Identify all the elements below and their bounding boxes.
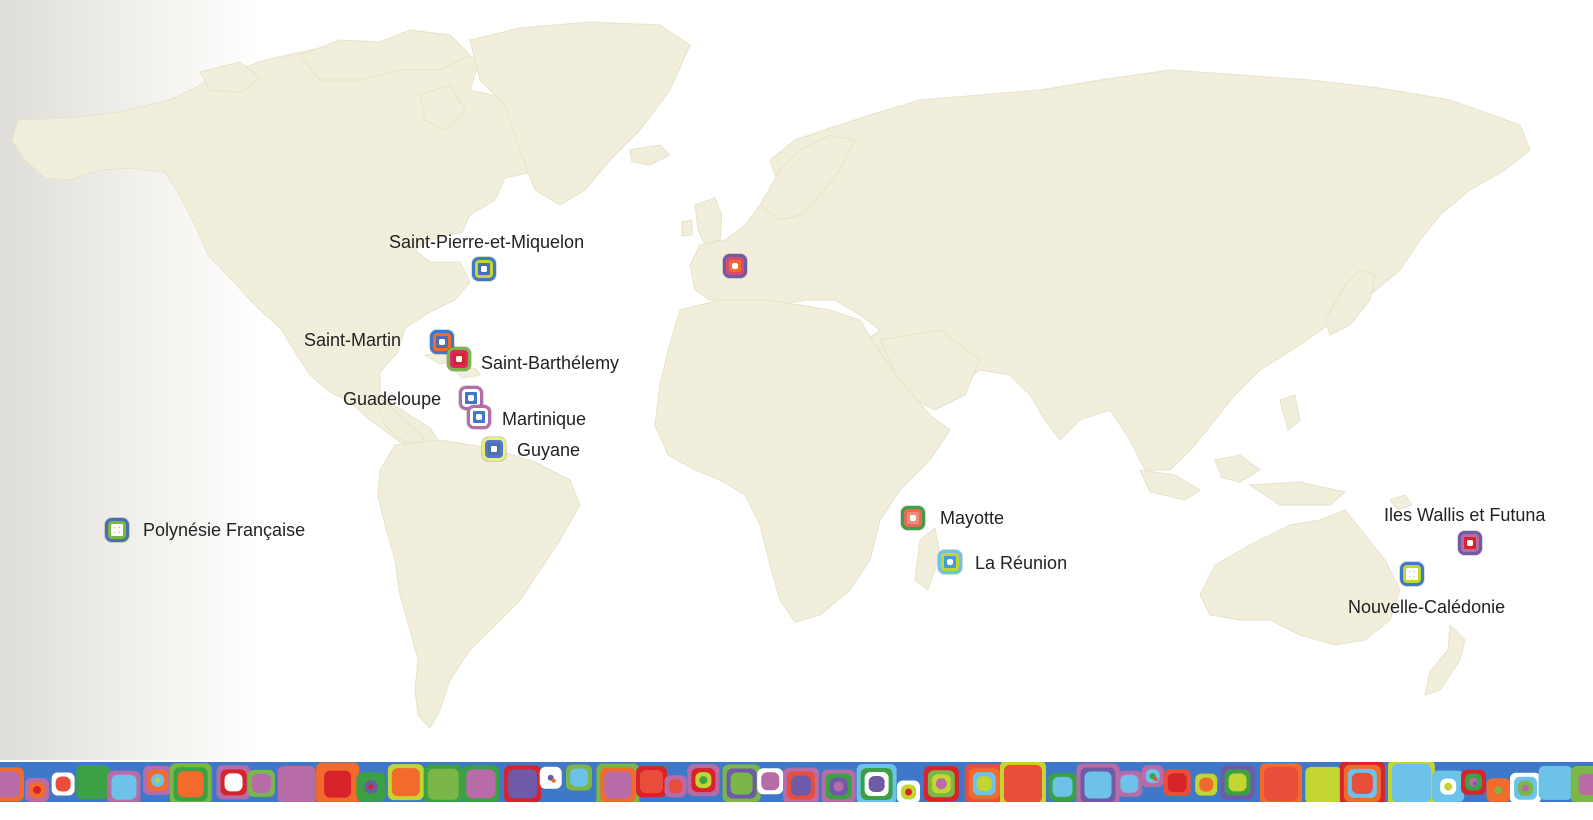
pattern-square	[604, 771, 632, 799]
marker-center-dot	[947, 559, 953, 565]
pattern-square	[1469, 777, 1479, 787]
pattern-square	[699, 776, 708, 785]
label-martinique: Martinique	[502, 409, 587, 429]
label-guyane: Guyane	[517, 440, 581, 460]
label-saint-barthelemy: Saint-Barthélemy	[481, 353, 620, 373]
marker-saint-pierre-et-miquelon[interactable]	[472, 257, 496, 281]
pattern-square	[551, 778, 556, 783]
pattern-square	[427, 768, 459, 800]
marker-center-dot	[468, 395, 474, 401]
marker-center-dot	[910, 515, 916, 521]
pattern-square	[1309, 770, 1339, 800]
marker-polynesie-francaise[interactable]	[105, 518, 129, 542]
pattern-square	[508, 769, 538, 799]
pattern-square	[368, 784, 374, 790]
pattern-square	[1395, 767, 1427, 799]
marker-france-metropole[interactable]	[723, 254, 747, 278]
pattern-square	[1578, 773, 1593, 795]
pattern-square	[1521, 784, 1529, 792]
bottom-band	[0, 802, 1593, 820]
label-guadeloupe: Guadeloupe	[343, 389, 442, 409]
marker-center-dot	[1467, 540, 1473, 546]
marker-iles-wallis-et-futuna[interactable]	[1458, 531, 1482, 555]
marker-la-reunion[interactable]	[938, 550, 962, 574]
pattern-square	[868, 776, 885, 792]
marker-nouvelle-caledonie[interactable]	[1400, 562, 1424, 586]
decorative-pattern-strip	[0, 762, 1593, 802]
label-la-reunion: La Réunion	[975, 553, 1068, 573]
pattern-square	[1228, 773, 1247, 792]
pattern-square	[761, 772, 780, 791]
pattern-square	[0, 771, 20, 798]
pattern-square	[391, 768, 420, 797]
pattern-square	[639, 770, 663, 794]
marker-saint-barthelemy[interactable]	[447, 347, 471, 371]
pattern-square	[1444, 782, 1453, 791]
pattern-square	[55, 776, 71, 792]
label-saint-pierre-et-miquelon: Saint-Pierre-et-Miquelon	[389, 232, 585, 252]
pattern-square	[1084, 771, 1112, 799]
pattern-square	[224, 773, 243, 792]
pattern-square	[1542, 769, 1569, 796]
marker-center-dot	[439, 339, 445, 345]
pattern-square	[251, 773, 271, 793]
pattern-square	[33, 786, 42, 795]
pattern-square	[730, 772, 753, 795]
pattern-square	[976, 776, 992, 792]
south-america	[377, 439, 581, 729]
pattern-square	[833, 781, 844, 792]
madagascar	[914, 527, 941, 591]
pattern-square	[1120, 774, 1139, 793]
pattern-square	[324, 770, 352, 798]
pattern-square	[466, 769, 496, 799]
pattern-square	[905, 788, 913, 796]
marker-mayotte[interactable]	[901, 506, 925, 530]
marker-center-dot	[1409, 571, 1415, 577]
pattern-square	[1153, 777, 1158, 782]
marker-center-dot	[456, 356, 462, 362]
label-iles-wallis-et-futuna: Iles Wallis et Futuna	[1384, 505, 1546, 525]
pattern-square	[935, 778, 947, 790]
pattern-square	[570, 768, 589, 787]
marker-center-dot	[481, 266, 487, 272]
marker-center-dot	[732, 263, 738, 269]
pattern-square	[1167, 773, 1187, 793]
marker-guyane[interactable]	[482, 437, 506, 461]
pattern-square	[177, 771, 204, 798]
label-mayotte: Mayotte	[940, 508, 1005, 528]
map-page: Saint-Pierre-et-Miquelon Saint-Martin Sa…	[0, 0, 1593, 820]
pattern-square	[80, 769, 107, 796]
pattern-square	[668, 779, 683, 794]
world-map	[11, 21, 1531, 729]
pattern-square	[791, 775, 812, 796]
australia	[1199, 509, 1401, 646]
marker-center-dot	[114, 527, 120, 533]
label-saint-martin: Saint-Martin	[304, 330, 402, 350]
pattern-square	[155, 777, 161, 783]
pattern-square	[1351, 772, 1373, 794]
pattern-square	[1494, 786, 1503, 795]
pattern-square	[111, 774, 137, 800]
label-nouvelle-caledonie: Nouvelle-Calédonie	[1348, 597, 1506, 617]
pattern-square	[1199, 777, 1214, 792]
marker-center-dot	[476, 414, 482, 420]
label-polynesie-francaise: Polynésie Française	[143, 520, 306, 540]
marker-martinique[interactable]	[467, 405, 491, 429]
pattern-square	[1264, 767, 1299, 802]
pattern-square	[1003, 764, 1042, 802]
pattern-square	[1052, 776, 1073, 797]
pattern-square	[1473, 781, 1478, 786]
pattern-square	[281, 769, 312, 800]
marker-center-dot	[491, 446, 497, 452]
